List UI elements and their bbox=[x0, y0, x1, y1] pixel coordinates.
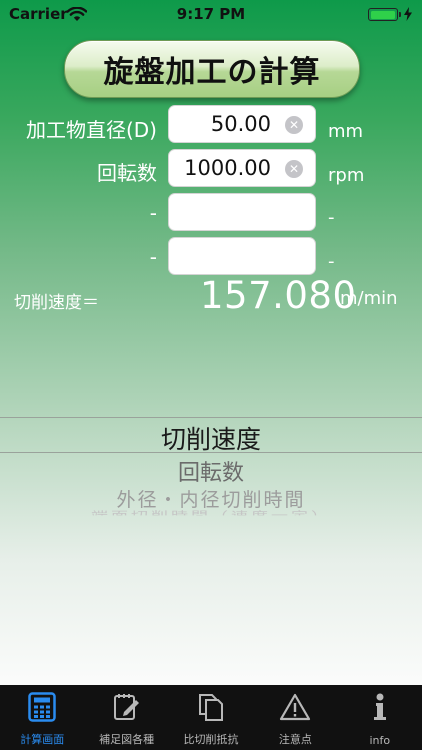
result-value: 157.080 bbox=[200, 274, 357, 317]
diameter-unit: mm bbox=[328, 121, 364, 142]
result-unit: m/min bbox=[340, 288, 398, 309]
tab-calculation[interactable]: 計算画面 bbox=[0, 685, 84, 750]
tab-diagrams[interactable]: 補足図各種 bbox=[84, 685, 168, 750]
tab-bar: 計算画面 補足図各種 比切削抵抗 注意点 info bbox=[0, 685, 422, 750]
rpm-value: 1000.00 bbox=[184, 156, 271, 180]
status-bar: Carrier 9:17 PM bbox=[0, 0, 422, 30]
warning-icon bbox=[279, 692, 311, 726]
rpm-unit: rpm bbox=[328, 165, 365, 186]
extra-label-1: - bbox=[149, 201, 157, 225]
rpm-field[interactable]: 1000.00 ✕ bbox=[168, 149, 316, 187]
extra-label-2: - bbox=[149, 245, 157, 269]
charging-bolt-icon bbox=[404, 6, 412, 25]
result-label: 切削速度＝ bbox=[14, 293, 99, 313]
picker-divider-top bbox=[0, 417, 422, 418]
battery-icon bbox=[368, 8, 401, 21]
diameter-field[interactable]: 50.00 ✕ bbox=[168, 105, 316, 143]
tab-label: 注意点 bbox=[278, 733, 312, 746]
diameter-value: 50.00 bbox=[210, 112, 271, 136]
calculator-icon bbox=[28, 692, 56, 726]
extra-unit-2: - bbox=[328, 251, 335, 272]
diameter-label: 加工物直径(D) bbox=[25, 118, 157, 142]
clear-icon[interactable]: ✕ bbox=[285, 160, 303, 178]
copy-documents-icon bbox=[197, 692, 225, 726]
info-icon bbox=[366, 692, 394, 726]
page-title: 旋盤加工の計算 bbox=[64, 40, 360, 98]
tab-notes[interactable]: 注意点 bbox=[253, 685, 337, 750]
tab-label: info bbox=[369, 734, 391, 747]
tab-specific-cutting-resistance[interactable]: 比切削抵抗 bbox=[169, 685, 253, 750]
tab-info[interactable]: info bbox=[338, 685, 422, 750]
tab-label: 計算画面 bbox=[20, 733, 65, 746]
status-time: 9:17 PM bbox=[176, 5, 246, 23]
extra-field-1[interactable] bbox=[168, 193, 316, 231]
picker-item-selected[interactable]: 切削速度 bbox=[0, 420, 422, 456]
clear-icon[interactable]: ✕ bbox=[285, 116, 303, 134]
rpm-label: 回転数 bbox=[97, 161, 157, 185]
calculator-screen: Carrier 9:17 PM 旋盤加工の計算 加工物直径(D) 50.00 ✕… bbox=[0, 0, 422, 750]
extra-field-2[interactable] bbox=[168, 237, 316, 275]
extra-unit-1: - bbox=[328, 207, 335, 228]
edit-document-icon bbox=[112, 692, 142, 726]
picker-item[interactable]: 端面切削時間（速度一定） bbox=[0, 507, 422, 515]
tab-label: 比切削抵抗 bbox=[183, 733, 239, 746]
tab-label: 補足図各種 bbox=[99, 733, 155, 746]
picker-item[interactable]: 回転数 bbox=[0, 455, 422, 487]
